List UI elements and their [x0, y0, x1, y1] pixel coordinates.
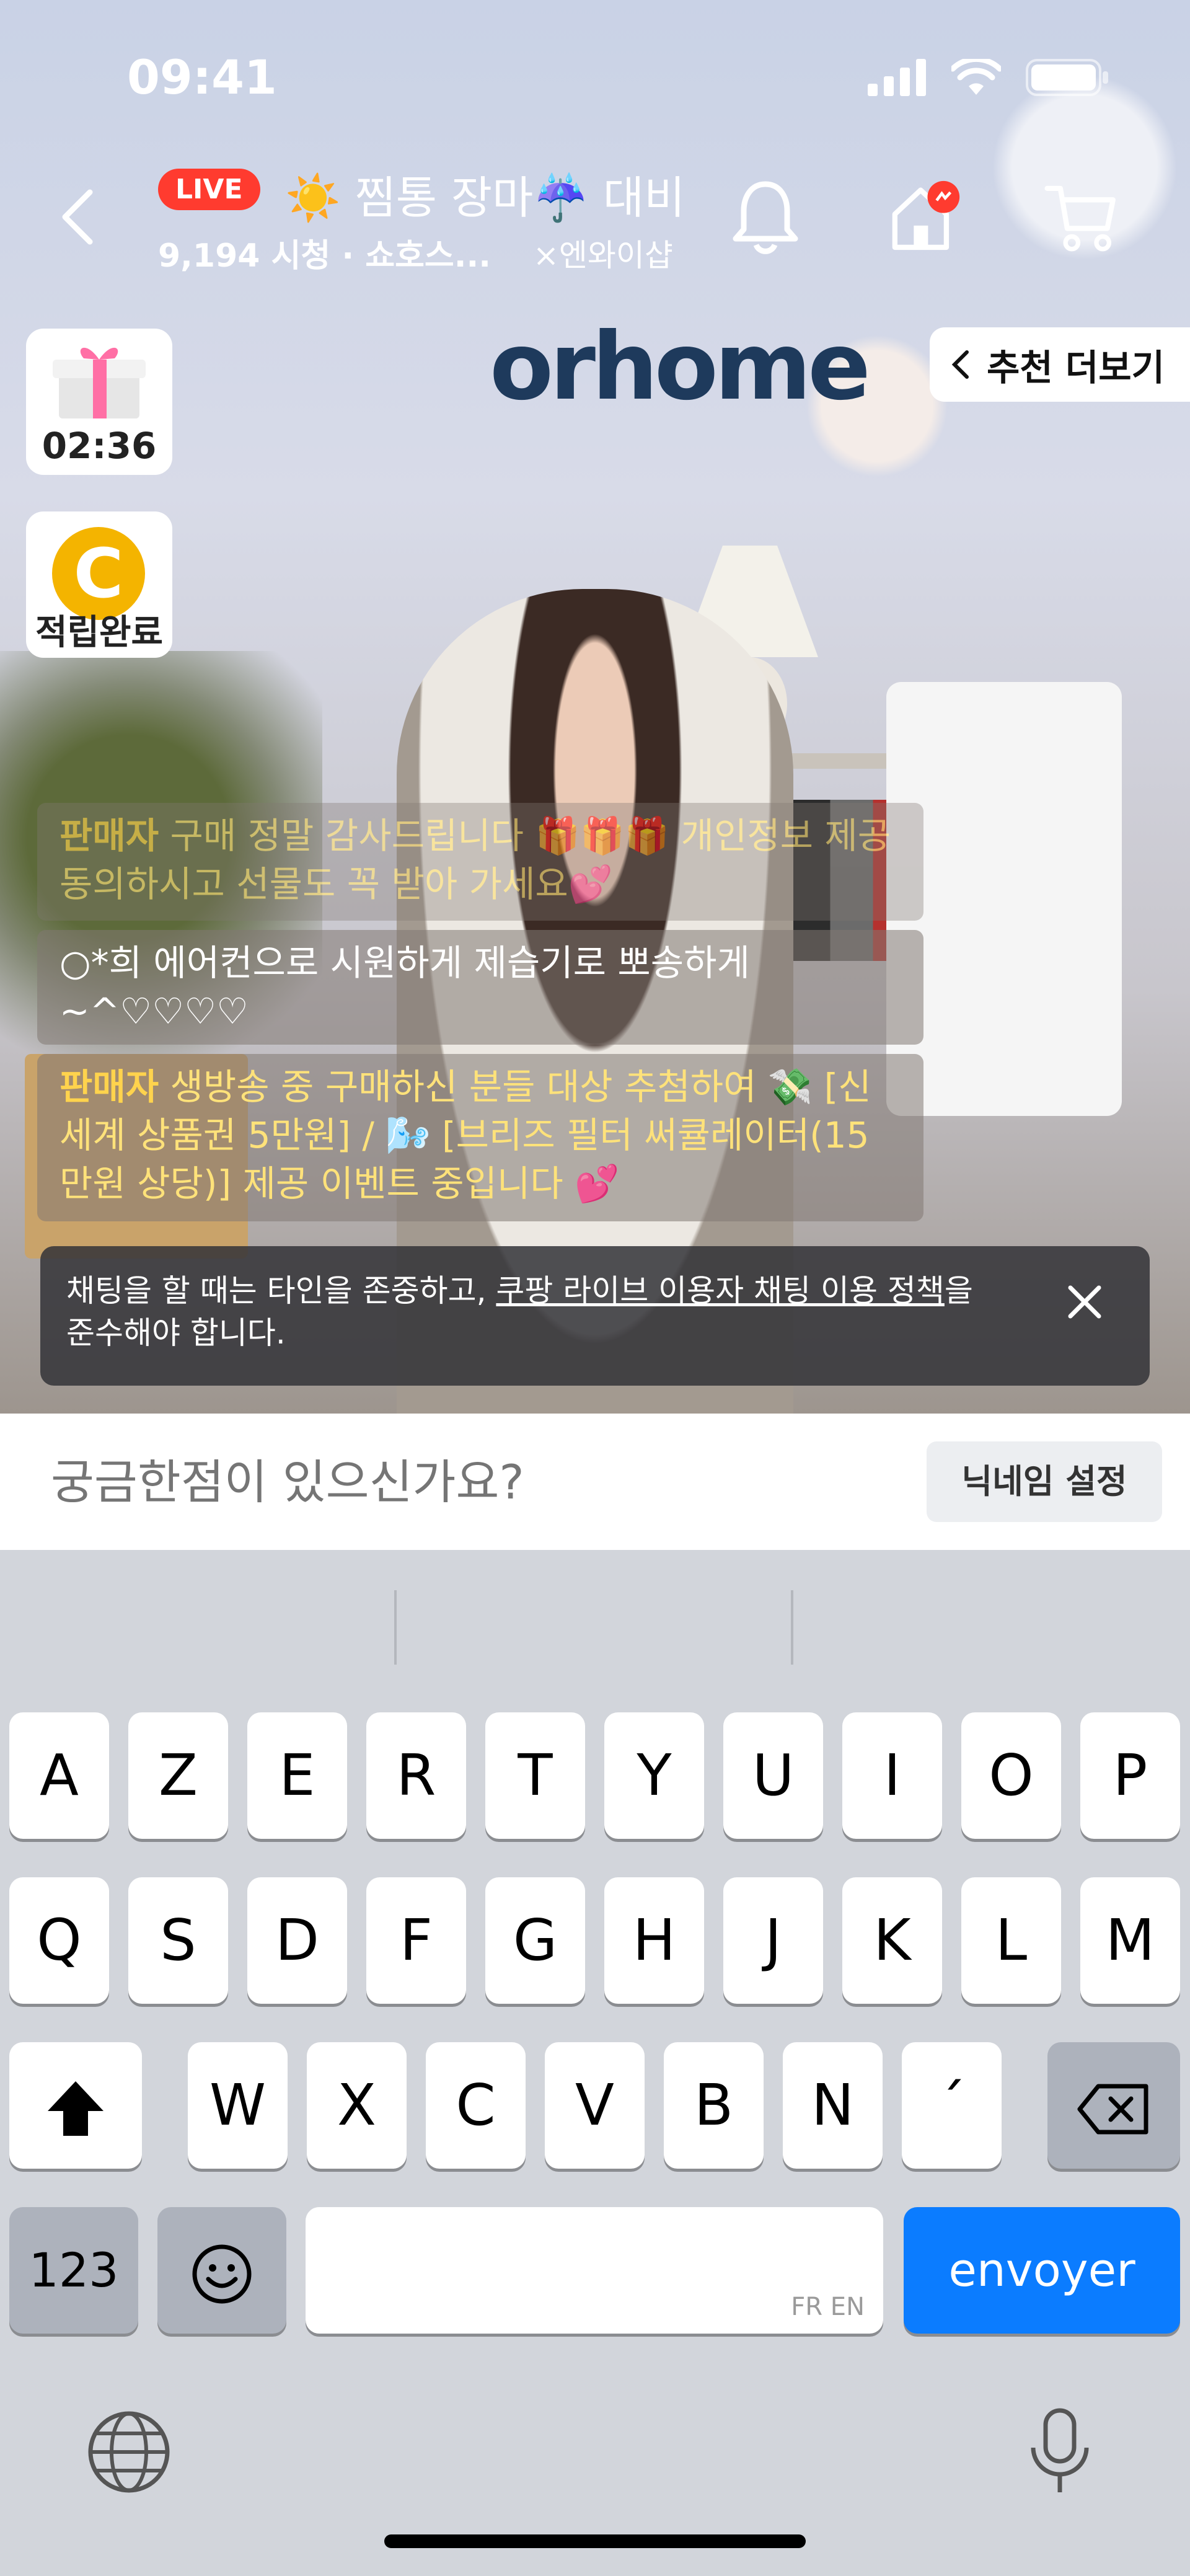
chat-message: 판매자 구매 정말 감사드립니다 🎁🎁🎁 개인정보 제공 동의하시고 선물도 꼭…: [37, 803, 923, 921]
numbers-key[interactable]: 123: [9, 2207, 138, 2334]
key-m[interactable]: M: [1080, 1877, 1180, 2004]
key-h[interactable]: H: [604, 1877, 704, 2004]
live-badge: LIVE: [158, 169, 260, 210]
notice-text: 채팅을 할 때는 타인을 존중하고,: [66, 1273, 496, 1309]
key-j[interactable]: J: [723, 1877, 823, 2004]
nickname-settings-button[interactable]: 닉네임 설정: [927, 1441, 1162, 1522]
cellular-signal-icon: [868, 59, 926, 96]
key-g[interactable]: G: [485, 1877, 585, 2004]
chat-text: 구매 정말 감사드립니다 🎁🎁🎁 개인정보 제공 동의하시고 선물도 꼭 받아 …: [60, 815, 891, 905]
key-o[interactable]: O: [961, 1712, 1061, 1839]
key-k[interactable]: K: [842, 1877, 942, 2004]
live-header: LIVE ☀️ 찜통 장마☔️ 대비 9,194 시청 · 쇼호스... ×엔와…: [0, 149, 1190, 285]
key-i[interactable]: I: [842, 1712, 942, 1839]
key-s[interactable]: S: [128, 1877, 228, 2004]
brand-logo: orhome: [490, 313, 871, 421]
key-w[interactable]: W: [188, 2042, 288, 2169]
chat-input-bar: 닉네임 설정: [0, 1414, 1190, 1551]
point-card[interactable]: C 적립완료: [26, 511, 172, 658]
system-icons: [868, 59, 1109, 96]
globe-icon[interactable]: [86, 2409, 172, 2495]
key-q[interactable]: Q: [9, 1877, 109, 2004]
key-accent[interactable]: ´: [902, 2042, 1002, 2169]
key-r[interactable]: R: [366, 1712, 466, 1839]
cart-icon[interactable]: [1044, 177, 1119, 257]
collab-seller[interactable]: ×엔와이샵: [533, 231, 673, 275]
space-language-hint: FR EN: [791, 2293, 865, 2321]
key-c[interactable]: C: [426, 2042, 526, 2169]
suggestion-divider: [394, 1590, 397, 1665]
key-y[interactable]: Y: [604, 1712, 704, 1839]
key-b[interactable]: B: [664, 2042, 764, 2169]
close-icon[interactable]: [1063, 1280, 1106, 1324]
notification-bell-icon[interactable]: [728, 177, 803, 257]
chat-text: ○*희 에어컨으로 시원하게 제습기로 뽀송하게~^♡♡♡♡: [60, 942, 750, 1032]
key-n[interactable]: N: [783, 2042, 883, 2169]
emoji-key[interactable]: [157, 2207, 286, 2334]
gift-timer-card[interactable]: 02:36: [26, 329, 172, 475]
viewer-count[interactable]: 9,194 시청 · 쇼호스...: [158, 229, 491, 276]
shift-icon: [48, 2081, 104, 2136]
delete-key[interactable]: [1047, 2042, 1180, 2169]
gift-icon: [53, 347, 146, 418]
key-x[interactable]: X: [307, 2042, 407, 2169]
suggestion-divider: [791, 1590, 793, 1665]
space-key[interactable]: FR EN: [306, 2207, 883, 2334]
shift-key[interactable]: [9, 2042, 142, 2169]
recommend-more-button[interactable]: 추천 더보기: [930, 327, 1190, 402]
key-e[interactable]: E: [247, 1712, 347, 1839]
point-status-label: 적립완료: [35, 613, 164, 653]
chat-policy-link[interactable]: 쿠팡 라이브 이용자 채팅 이용 정책: [496, 1273, 944, 1309]
send-key[interactable]: envoyer: [904, 2207, 1180, 2334]
microphone-icon[interactable]: [1026, 2406, 1094, 2499]
chat-text: 생방송 중 구매하신 분들 대상 추첨하여 💸 [신세계 상품권 5만원] / …: [60, 1066, 871, 1205]
chat-author: 판매자: [60, 815, 159, 857]
home-icon[interactable]: [886, 177, 961, 257]
key-v[interactable]: V: [545, 2042, 645, 2169]
key-l[interactable]: L: [961, 1877, 1061, 2004]
back-icon[interactable]: [53, 189, 108, 245]
key-u[interactable]: U: [723, 1712, 823, 1839]
chat-message: 판매자 생방송 중 구매하신 분들 대상 추첨하여 💸 [신세계 상품권 5만원…: [37, 1054, 923, 1221]
backspace-icon: [1077, 2084, 1148, 2135]
chat-author: 판매자: [60, 1066, 159, 1108]
key-a[interactable]: A: [9, 1712, 109, 1839]
key-f[interactable]: F: [366, 1877, 466, 2004]
chat-input[interactable]: [50, 1414, 858, 1551]
emoji-icon: [192, 2244, 252, 2304]
key-p[interactable]: P: [1080, 1712, 1180, 1839]
chat-policy-notice: 채팅을 할 때는 타인을 존중하고, 쿠팡 라이브 이용자 채팅 이용 정책을 …: [40, 1246, 1150, 1386]
keyboard: A Z E R T Y U I O P Q S D F G H J K L M …: [0, 1550, 1190, 2576]
key-d[interactable]: D: [247, 1877, 347, 2004]
gift-countdown: 02:36: [42, 425, 157, 467]
home-indicator: [384, 2534, 806, 2548]
wifi-icon: [951, 59, 1001, 95]
recommend-more-label: 추천 더보기: [987, 347, 1165, 389]
key-t[interactable]: T: [485, 1712, 585, 1839]
chat-message: ○*희 에어컨으로 시원하게 제습기로 뽀송하게~^♡♡♡♡: [37, 930, 923, 1045]
battery-icon: [1026, 59, 1108, 96]
key-z[interactable]: Z: [128, 1712, 228, 1839]
status-time: 09:41: [127, 50, 277, 105]
status-bar: 09:41: [0, 0, 1190, 155]
live-title[interactable]: ☀️ 찜통 장마☔️ 대비: [285, 161, 685, 226]
chevron-left-icon: [951, 350, 969, 379]
